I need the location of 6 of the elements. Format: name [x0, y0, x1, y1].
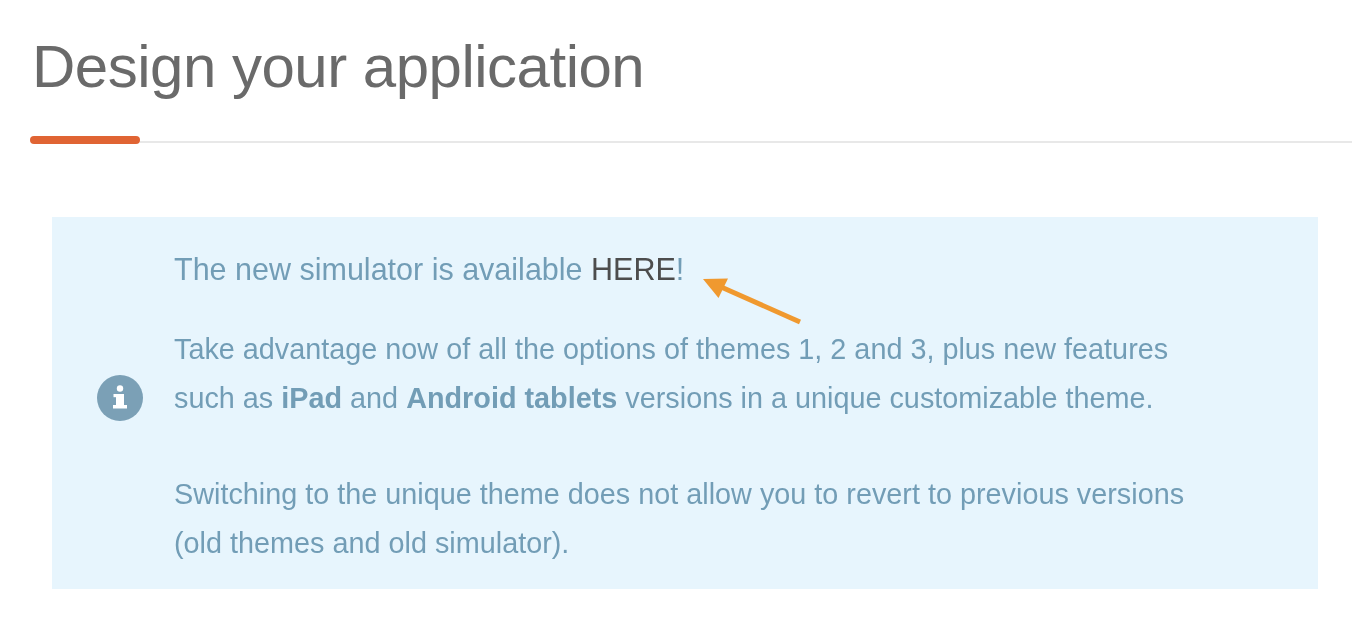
notice-lead-text: The new simulator is available HERE! — [174, 251, 685, 288]
page-title: Design your application — [32, 33, 645, 101]
notice-paragraph: Switching to the unique theme does not allow you to revert to previous versions (old themes and old simulator). — [174, 477, 1186, 561]
simulator-link[interactable]: HERE — [591, 252, 676, 286]
notice-paragraph: Take advantage now of all the options of themes 1, 2 and 3, plus new features such as iPad and Android tablets versions in a unique customizable theme. — [174, 332, 1170, 416]
info-icon — [97, 375, 143, 421]
